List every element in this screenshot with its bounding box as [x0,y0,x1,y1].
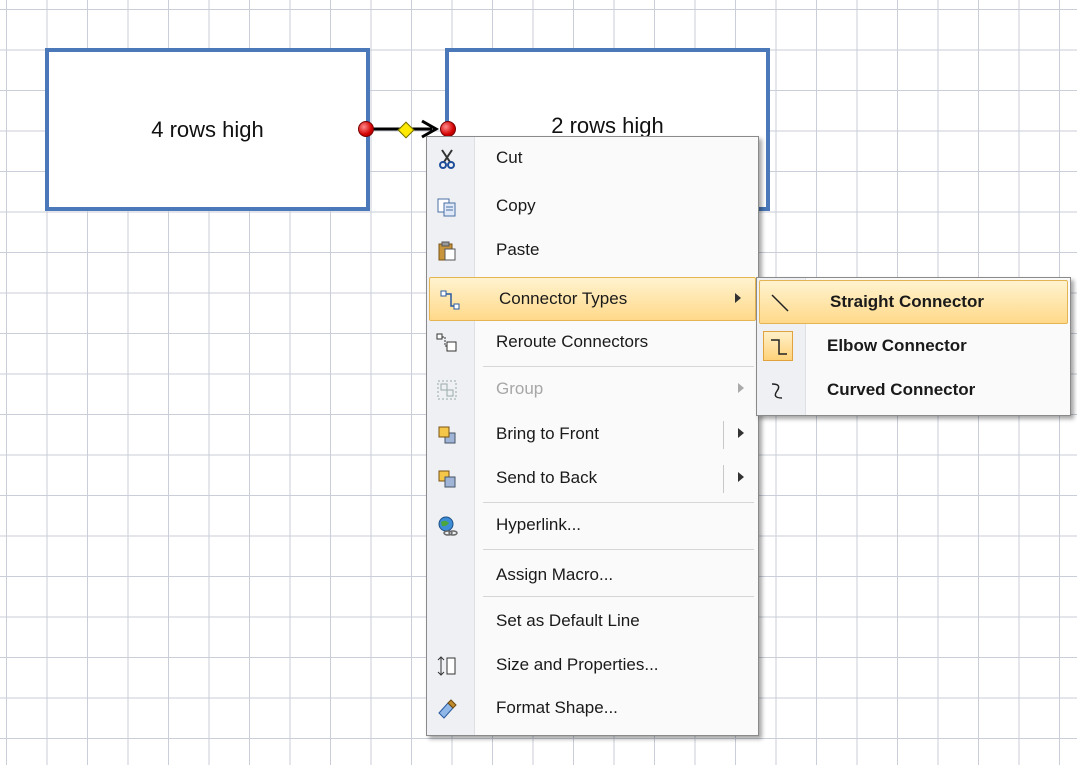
connector-end-handle[interactable] [440,121,456,137]
submenu-arrow-icon [735,293,741,303]
bring-to-front-icon [434,422,460,448]
submenu-item-label: Elbow Connector [827,336,967,355]
menu-item-label: Connector Types [499,289,628,308]
menu-item-hyperlink[interactable]: Hyperlink... [427,504,758,548]
submenu-item-curved-connector[interactable]: Curved Connector [757,369,1070,413]
menu-item-set-as-default-line[interactable]: Set as Default Line [427,600,758,644]
menu-item-reroute-connectors[interactable]: Reroute Connectors [427,321,758,365]
shape-label: 4 rows high [151,116,264,142]
menu-item-size-and-properties[interactable]: Size and Properties... [427,644,758,688]
context-menu: Cut Copy Paste Connector Types Reroute C… [426,136,759,736]
menu-item-label: Group [496,379,544,398]
menu-item-label: Format Shape... [496,698,618,717]
elbow-connector-icon [766,334,792,360]
connector-types-icon [437,287,463,313]
menu-item-label: Set as Default Line [496,611,640,630]
group-icon [434,377,460,403]
menu-item-group[interactable]: Group [427,368,758,412]
submenu-arrow-icon [738,383,744,393]
connector-types-submenu: Straight Connector Elbow Connector Curve… [756,277,1071,416]
hyperlink-icon [434,513,460,539]
submenu-arrow-icon[interactable] [738,428,744,438]
curved-connector-icon [764,378,790,404]
menu-item-connector-types[interactable]: Connector Types [429,277,756,321]
menu-item-label: Hyperlink... [496,515,582,534]
menu-item-label: Paste [496,240,540,259]
menu-item-paste[interactable]: Paste [427,229,758,273]
menu-item-cut[interactable]: Cut [427,137,758,181]
submenu-item-label: Curved Connector [827,380,976,399]
connector-start-handle[interactable] [358,121,374,137]
shape-4-rows-high[interactable]: 4 rows high [45,48,370,211]
menu-item-label: Send to Back [496,468,598,487]
scissors-icon [434,146,460,172]
menu-item-label: Assign Macro... [496,565,614,584]
menu-item-label: Copy [496,196,536,215]
send-to-back-icon [434,466,460,492]
format-shape-icon [434,696,460,722]
reroute-connectors-icon [434,330,460,356]
menu-item-label: Cut [496,148,523,167]
submenu-arrow-icon[interactable] [738,472,744,482]
submenu-item-label: Straight Connector [830,292,984,311]
menu-item-copy[interactable]: Copy [427,185,758,229]
menu-item-label: Size and Properties... [496,655,659,674]
submenu-item-elbow-connector[interactable]: Elbow Connector [757,325,1070,369]
paste-icon [434,238,460,264]
menu-item-bring-to-front[interactable]: Bring to Front [427,413,758,457]
menu-item-label: Reroute Connectors [496,332,649,351]
menu-item-format-shape[interactable]: Format Shape... [427,687,758,731]
copy-icon [434,194,460,220]
shape-label: 2 rows high [551,112,664,138]
menu-item-send-to-back[interactable]: Send to Back [427,457,758,501]
straight-connector-icon [767,290,793,316]
menu-item-assign-macro[interactable]: Assign Macro... [427,554,758,598]
submenu-item-straight-connector[interactable]: Straight Connector [759,280,1068,324]
size-properties-icon [434,653,460,679]
menu-item-label: Bring to Front [496,424,599,443]
